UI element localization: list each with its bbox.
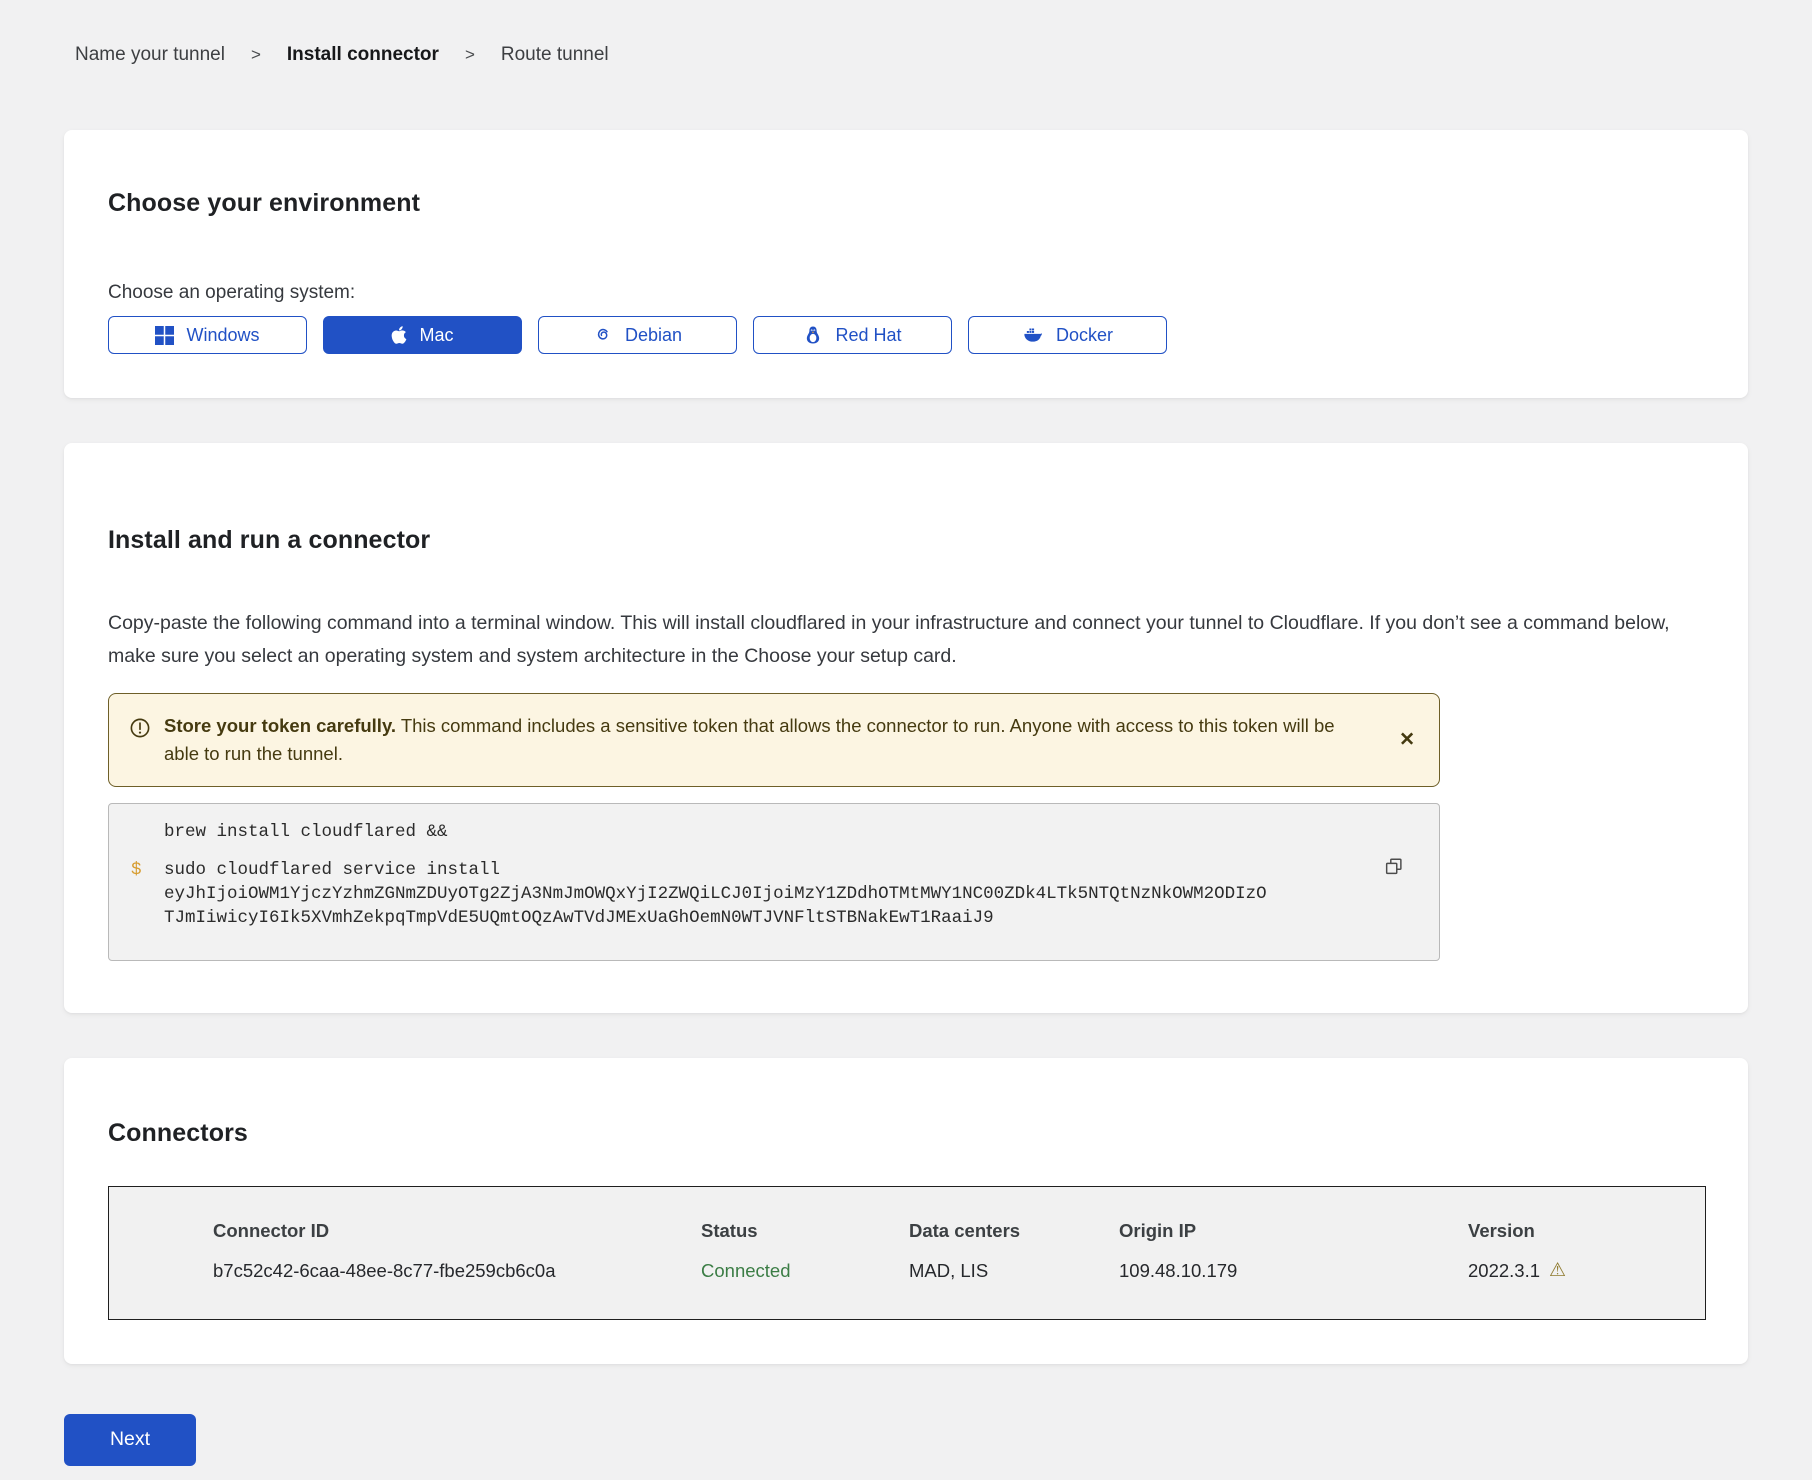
environment-card: Choose your environment Choose an operat…	[64, 130, 1748, 398]
code-text: sudo cloudflared service install eyJhIjo…	[164, 858, 1375, 930]
os-select-label: Choose an operating system:	[108, 282, 1704, 304]
os-button-row: Windows Mac Debian	[108, 316, 1704, 354]
connectors-table: Connector ID Status Data centers Origin …	[108, 1186, 1706, 1320]
token-warning-banner: Store your token carefully. This command…	[108, 693, 1440, 787]
os-button-docker[interactable]: Docker	[968, 316, 1167, 354]
code-text: brew install cloudflared &&	[164, 820, 1375, 844]
copy-icon[interactable]	[1383, 856, 1405, 878]
os-button-label: Red Hat	[835, 325, 901, 346]
install-connector-card: Install and run a connector Copy-paste t…	[64, 443, 1748, 1013]
docker-whale-icon	[1022, 325, 1044, 345]
warning-title: Store your token carefully.	[164, 715, 396, 736]
header-origin-ip: Origin IP	[1119, 1219, 1468, 1243]
version-value: 2022.3.1	[1468, 1259, 1540, 1283]
os-button-debian[interactable]: Debian	[538, 316, 737, 354]
os-button-redhat[interactable]: Red Hat	[753, 316, 952, 354]
install-description: Copy-paste the following command into a …	[108, 607, 1704, 673]
environment-card-title: Choose your environment	[108, 188, 1704, 218]
os-button-label: Docker	[1056, 325, 1113, 346]
next-button[interactable]: Next	[64, 1414, 196, 1466]
header-connector-id: Connector ID	[213, 1219, 701, 1243]
breadcrumb-separator: >	[465, 45, 475, 65]
cell-version: 2022.3.1 ⚠	[1468, 1259, 1705, 1283]
status-badge: Connected	[701, 1259, 909, 1283]
cell-data-centers: MAD, LIS	[909, 1259, 1119, 1283]
apple-icon	[391, 325, 407, 345]
connectors-card: Connectors Connector ID Status Data cent…	[64, 1058, 1748, 1364]
breadcrumb-separator: >	[251, 45, 261, 65]
page: Name your tunnel > Install connector > R…	[0, 0, 1812, 1466]
code-command: sudo cloudflared service install	[164, 858, 1375, 882]
connectors-card-title: Connectors	[108, 1118, 1704, 1148]
breadcrumb-step-install-connector[interactable]: Install connector	[287, 44, 439, 66]
install-card-title: Install and run a connector	[108, 525, 1704, 555]
windows-icon	[155, 326, 174, 345]
warning-triangle-icon: ⚠	[1549, 1261, 1566, 1280]
token-line-2: TJmIiwicyI6Ik5XVmhZekpqTmpVdE5UQmtOQzAwT…	[164, 906, 1375, 930]
breadcrumb-step-name-tunnel[interactable]: Name your tunnel	[75, 44, 225, 66]
header-version: Version	[1468, 1219, 1705, 1243]
code-gutter	[131, 820, 164, 844]
os-button-windows[interactable]: Windows	[108, 316, 307, 354]
cell-origin-ip: 109.48.10.179	[1119, 1259, 1468, 1283]
code-line-install: $ sudo cloudflared service install eyJhI…	[131, 858, 1375, 930]
debian-swirl-icon	[593, 325, 613, 345]
code-line-brew: brew install cloudflared &&	[131, 820, 1375, 844]
install-command-codeblock: brew install cloudflared && $ sudo cloud…	[108, 803, 1440, 961]
tux-penguin-icon	[803, 325, 823, 345]
token-line-1: eyJhIjoiOWM1YjczYzhmZGNmZDUyOTg2ZjA3NmJm…	[164, 882, 1375, 906]
alert-circle-icon	[129, 717, 151, 768]
table-header-row: Connector ID Status Data centers Origin …	[213, 1219, 1705, 1243]
os-button-mac[interactable]: Mac	[323, 316, 522, 354]
breadcrumb-step-route-tunnel[interactable]: Route tunnel	[501, 44, 609, 66]
table-row: b7c52c42-6caa-48ee-8c77-fbe259cb6c0a Con…	[213, 1259, 1705, 1283]
header-data-centers: Data centers	[909, 1219, 1119, 1243]
warning-text: Store your token carefully. This command…	[164, 712, 1369, 768]
header-status: Status	[701, 1219, 909, 1243]
close-icon[interactable]: ✕	[1399, 730, 1415, 749]
cell-connector-id: b7c52c42-6caa-48ee-8c77-fbe259cb6c0a	[213, 1259, 701, 1283]
os-button-label: Windows	[186, 325, 259, 346]
breadcrumb: Name your tunnel > Install connector > R…	[75, 44, 1748, 66]
os-button-label: Mac	[419, 325, 453, 346]
os-button-label: Debian	[625, 325, 682, 346]
shell-prompt: $	[131, 858, 164, 930]
